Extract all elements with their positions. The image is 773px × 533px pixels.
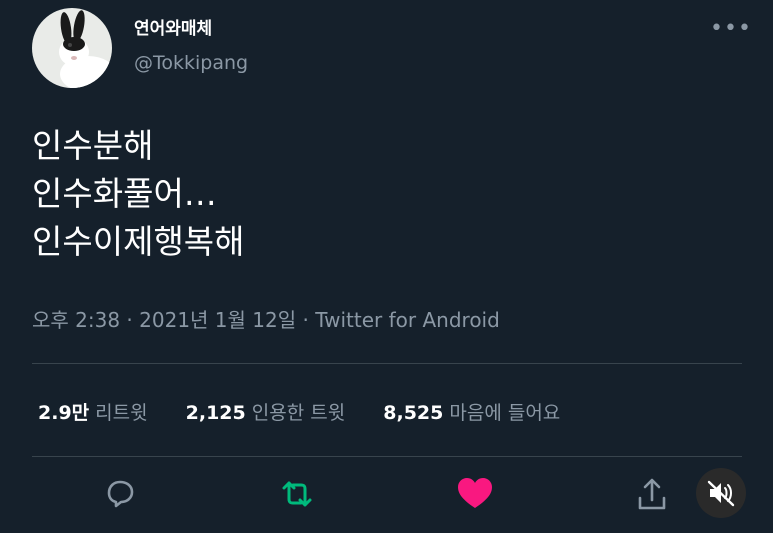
- retweet-count-value: 2.9만: [38, 402, 90, 424]
- retweet-count[interactable]: 2.9만 리트윗: [38, 398, 148, 425]
- like-count-value: 8,525: [383, 402, 444, 424]
- like-count[interactable]: 8,525 마음에 들어요: [383, 398, 560, 425]
- reply-icon: [107, 480, 134, 508]
- tweet-text: 인수분해 인수화풀어… 인수이제행복해: [32, 122, 245, 266]
- tweet-source[interactable]: Twitter for Android: [315, 308, 500, 332]
- tweet-line: 인수화풀어…: [32, 174, 217, 213]
- avatar[interactable]: [32, 8, 112, 88]
- tweet-line: 인수분해: [32, 126, 154, 165]
- meta-separator: ·: [120, 308, 140, 332]
- user-handle[interactable]: @Tokkipang: [134, 52, 248, 74]
- quote-count[interactable]: 2,125 인용한 트윗: [186, 398, 346, 425]
- more-icon[interactable]: •••: [710, 16, 752, 41]
- tweet-time[interactable]: 오후 2:38: [32, 308, 120, 332]
- share-icon: [638, 478, 666, 510]
- display-name[interactable]: 연어와매체: [134, 14, 212, 39]
- like-button[interactable]: [453, 472, 497, 516]
- divider: [32, 363, 742, 364]
- like-count-label: 마음에 들어요: [449, 402, 561, 424]
- speaker-muted-icon: [707, 480, 735, 507]
- retweet-count-label: 리트윗: [95, 402, 148, 424]
- tweet-stats: 2.9만 리트윗 2,125 인용한 트윗 8,525 마음에 들어요: [38, 398, 592, 425]
- rabbit-avatar-image: [32, 8, 112, 88]
- retweet-icon: [282, 481, 312, 507]
- mute-toggle-button[interactable]: [696, 468, 746, 518]
- meta-separator: ·: [296, 308, 316, 332]
- quote-count-label: 인용한 트윗: [251, 402, 346, 424]
- tweet-meta: 오후 2:38 · 2021년 1월 12일 · Twitter for And…: [32, 304, 500, 333]
- heart-icon: [458, 478, 492, 508]
- quote-count-value: 2,125: [185, 402, 246, 424]
- tweet-date[interactable]: 2021년 1월 12일: [139, 308, 296, 332]
- retweet-button[interactable]: [275, 472, 319, 516]
- divider: [32, 456, 742, 457]
- share-button[interactable]: [630, 472, 674, 516]
- reply-button[interactable]: [98, 472, 142, 516]
- tweet-line: 인수이제행복해: [32, 222, 245, 261]
